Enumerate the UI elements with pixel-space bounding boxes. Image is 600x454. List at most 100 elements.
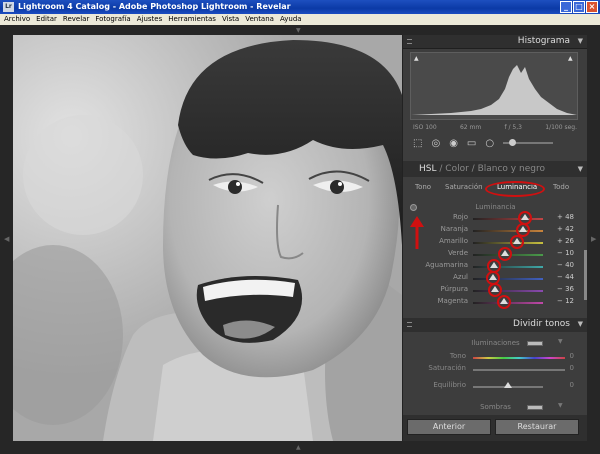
window-title: Lightroom 4 Catalog - Adobe Photoshop Li… xyxy=(18,2,291,11)
expand-down-icon: ▲ xyxy=(296,444,301,451)
histogram-title: Histograma xyxy=(517,36,570,46)
collapse-triangle-icon: ▼ xyxy=(577,37,583,45)
luminance-row-label: Verde xyxy=(447,249,468,257)
title-bar: Lr Lightroom 4 Catalog - Adobe Photoshop… xyxy=(0,0,600,14)
histogram-display[interactable]: ▲ ▲ ISO 100 62 mm f / 5,3 1/100 seg. xyxy=(410,52,578,131)
maximize-button[interactable]: □ xyxy=(573,1,585,13)
menu-fotografia[interactable]: Fotografía xyxy=(95,14,130,25)
bottom-button-bar: Anterior Restaurar xyxy=(403,415,587,441)
tab-hsl[interactable]: HSL xyxy=(419,164,437,174)
menu-vista[interactable]: Vista xyxy=(222,14,239,25)
menu-editar[interactable]: Editar xyxy=(36,14,57,25)
luminance-row-label: Magenta xyxy=(437,297,468,305)
knob-highlight-ring xyxy=(497,247,512,261)
luminance-row-value: + 48 xyxy=(557,213,574,221)
menu-revelar[interactable]: Revelar xyxy=(63,14,89,25)
luminance-row-label: Rojo xyxy=(452,213,468,221)
close-button[interactable]: × xyxy=(586,1,598,13)
lightroom-app-icon: Lr xyxy=(3,2,14,12)
spot-removal-icon[interactable]: ◎ xyxy=(431,138,440,149)
luminance-row-value: − 44 xyxy=(557,273,574,281)
tab-black-white[interactable]: Blanco y negro xyxy=(478,164,545,174)
right-panel-toggle-strip[interactable]: ▶ xyxy=(587,35,600,441)
menu-ventana[interactable]: Ventana xyxy=(245,14,274,25)
focal-value: 62 mm xyxy=(459,124,482,131)
split-saturation-value: 0 xyxy=(569,364,574,372)
menu-herramientas[interactable]: Herramientas xyxy=(168,14,216,25)
panel-grip-icon xyxy=(407,322,412,327)
tool-strip: ⬚ ◎ ◉ ▭ ○ xyxy=(403,131,587,155)
left-panel-toggle-strip[interactable]: ◀ xyxy=(0,35,13,441)
aperture-value: f / 5,3 xyxy=(504,124,522,131)
knob-highlight-ring xyxy=(510,235,525,249)
histogram-header[interactable]: Histograma ▼ xyxy=(403,35,587,49)
luminance-row-value: − 36 xyxy=(557,285,574,293)
adjustment-brush-slider[interactable] xyxy=(503,139,554,146)
collapse-triangle-icon: ▼ xyxy=(577,320,583,328)
luminance-row: Púrpura − 36 xyxy=(403,283,587,297)
menu-archivo[interactable]: Archivo xyxy=(4,14,30,25)
girl-portrait-photo xyxy=(13,35,402,441)
histogram-graph xyxy=(411,65,577,115)
luminance-row-value: − 12 xyxy=(557,297,574,305)
window-controls: _ □ × xyxy=(560,1,598,13)
panel-scrollbar[interactable] xyxy=(584,250,587,300)
collapse-triangle-icon: ▼ xyxy=(577,165,583,173)
tab-separator: / xyxy=(471,164,475,174)
luminancia-highlight-ring xyxy=(485,181,545,197)
collapse-up-icon: ▼ xyxy=(296,27,301,34)
bottom-panel-toggle-strip[interactable]: ▲ xyxy=(0,441,600,454)
right-panel: Histograma ▼ ▲ ▲ ISO 100 62 mm f / 5,3 1… xyxy=(402,35,587,441)
previous-button[interactable]: Anterior xyxy=(407,419,491,435)
split-toning-header[interactable]: Dividir tonos ▼ xyxy=(403,318,587,332)
knob-highlight-ring xyxy=(496,295,511,309)
split-saturation-track[interactable] xyxy=(473,369,565,371)
subtab-tono[interactable]: Tono xyxy=(415,183,431,191)
luminance-slider-track[interactable] xyxy=(473,230,543,232)
luminance-row: Naranja + 42 xyxy=(403,223,587,237)
reset-button[interactable]: Restaurar xyxy=(495,419,579,435)
luminance-row-label: Púrpura xyxy=(440,285,468,293)
luminance-row-value: + 42 xyxy=(557,225,574,233)
luminance-row-label: Azul xyxy=(453,273,468,281)
luminance-row-value: − 10 xyxy=(557,249,574,257)
radial-filter-icon[interactable]: ○ xyxy=(485,138,494,149)
subtab-todo[interactable]: Todo xyxy=(553,183,569,191)
luminance-slider-track[interactable] xyxy=(473,266,543,268)
hsl-panel-header: HSL / Color / Blanco y negro ▼ xyxy=(403,161,587,177)
split-hue-track[interactable] xyxy=(473,357,565,359)
luminance-slider-track[interactable] xyxy=(473,278,543,280)
top-panel-toggle-strip[interactable]: ▼ xyxy=(0,25,600,35)
split-hue-label: Tono xyxy=(449,352,466,360)
collapse-right-icon: ▶ xyxy=(591,235,597,243)
luminance-slider-track[interactable] xyxy=(473,290,543,292)
luminance-row-label: Amarillo xyxy=(439,237,468,245)
swatch-arrow-icon[interactable]: ▼ xyxy=(558,338,563,345)
luminance-row-label: Naranja xyxy=(440,225,468,233)
red-eye-icon[interactable]: ◉ xyxy=(449,138,458,149)
menu-ayuda[interactable]: Ayuda xyxy=(280,14,302,25)
subtab-saturacion[interactable]: Saturación xyxy=(445,183,483,191)
balance-knob[interactable] xyxy=(504,382,512,388)
tab-color[interactable]: Color xyxy=(445,164,469,174)
target-adjustment-icon[interactable] xyxy=(410,204,417,211)
luminance-row: Rojo + 48 xyxy=(403,211,587,225)
shadows-color-swatch[interactable] xyxy=(527,405,543,410)
swatch-arrow-icon[interactable]: ▼ xyxy=(558,402,563,409)
crop-tool-icon[interactable]: ⬚ xyxy=(413,138,422,149)
menu-bar: Archivo Editar Revelar Fotografía Ajuste… xyxy=(0,14,600,25)
luminance-slider-track[interactable] xyxy=(473,242,543,244)
highlights-color-swatch[interactable] xyxy=(527,341,543,346)
graduated-filter-icon[interactable]: ▭ xyxy=(467,138,476,149)
luminance-slider-track[interactable] xyxy=(473,218,543,220)
camera-info-bar: ISO 100 62 mm f / 5,3 1/100 seg. xyxy=(411,124,579,131)
menu-ajustes[interactable]: Ajustes xyxy=(137,14,163,25)
photo-preview[interactable] xyxy=(13,35,402,441)
split-toning-title: Dividir tonos xyxy=(513,319,570,329)
shutter-value: 1/100 seg. xyxy=(545,124,577,131)
balance-label: Equilibrio xyxy=(433,381,466,389)
luminance-row: Amarillo + 26 xyxy=(403,235,587,249)
tab-separator: / xyxy=(439,164,443,174)
luminance-row-value: + 26 xyxy=(557,237,574,245)
minimize-button[interactable]: _ xyxy=(560,1,572,13)
